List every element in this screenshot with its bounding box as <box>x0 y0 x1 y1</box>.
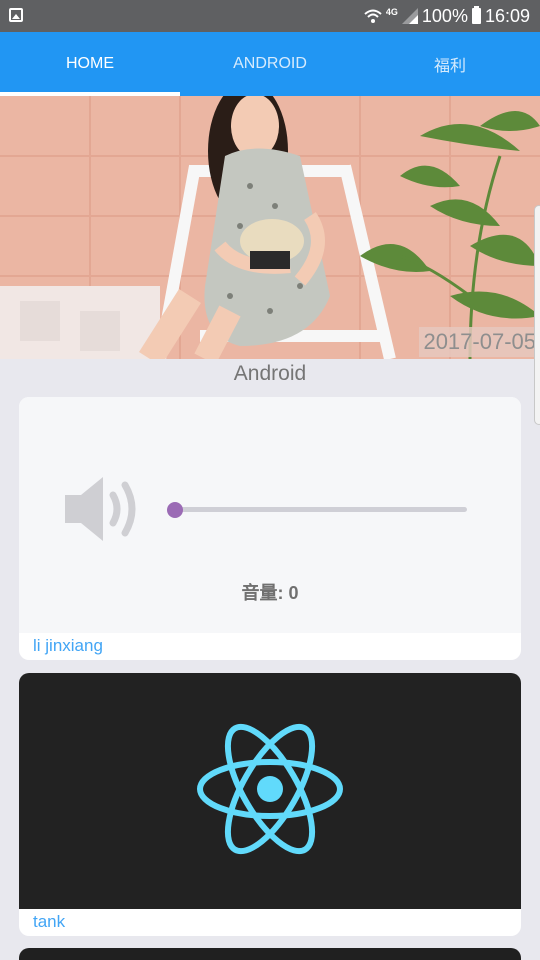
banner-image[interactable]: 2017-07-05 <box>0 96 540 359</box>
card-media <box>19 673 521 909</box>
card-author-link[interactable]: tank <box>33 912 65 932</box>
gallery-notification-icon <box>9 8 23 22</box>
speaker-icon <box>65 477 136 541</box>
volume-label: 音量: 0 <box>241 583 299 603</box>
signal-icon <box>401 8 418 24</box>
post-card[interactable]: tank <box>19 673 521 936</box>
network-type-label: 4G <box>385 7 398 17</box>
battery-percent: 100% <box>421 5 468 26</box>
tab-welfare[interactable]: 福利 <box>360 32 540 96</box>
volume-slider[interactable] <box>167 499 467 519</box>
banner-photo <box>0 96 540 359</box>
react-logo-icon <box>197 723 343 855</box>
battery-icon <box>471 6 481 24</box>
top-tab-bar: HOME ANDROID 福利 <box>0 32 540 96</box>
status-bar: 4G 100% 16:09 <box>0 0 540 32</box>
tab-android[interactable]: ANDROID <box>180 32 360 96</box>
card-media: 音量: 0 <box>19 397 521 633</box>
volume-slider-track[interactable] <box>175 507 467 512</box>
edge-panel-handle[interactable] <box>534 205 540 425</box>
post-card[interactable] <box>19 948 521 960</box>
post-card[interactable]: 音量: 0 li jinxiang <box>19 397 521 660</box>
volume-slider-thumb[interactable] <box>167 502 183 518</box>
tab-home[interactable]: HOME <box>0 32 180 96</box>
banner-date: 2017-07-05 <box>419 327 540 357</box>
clock: 16:09 <box>484 5 530 26</box>
card-author-link[interactable]: li jinxiang <box>33 636 103 656</box>
section-title: Android <box>233 362 307 385</box>
wifi-icon <box>364 9 382 23</box>
